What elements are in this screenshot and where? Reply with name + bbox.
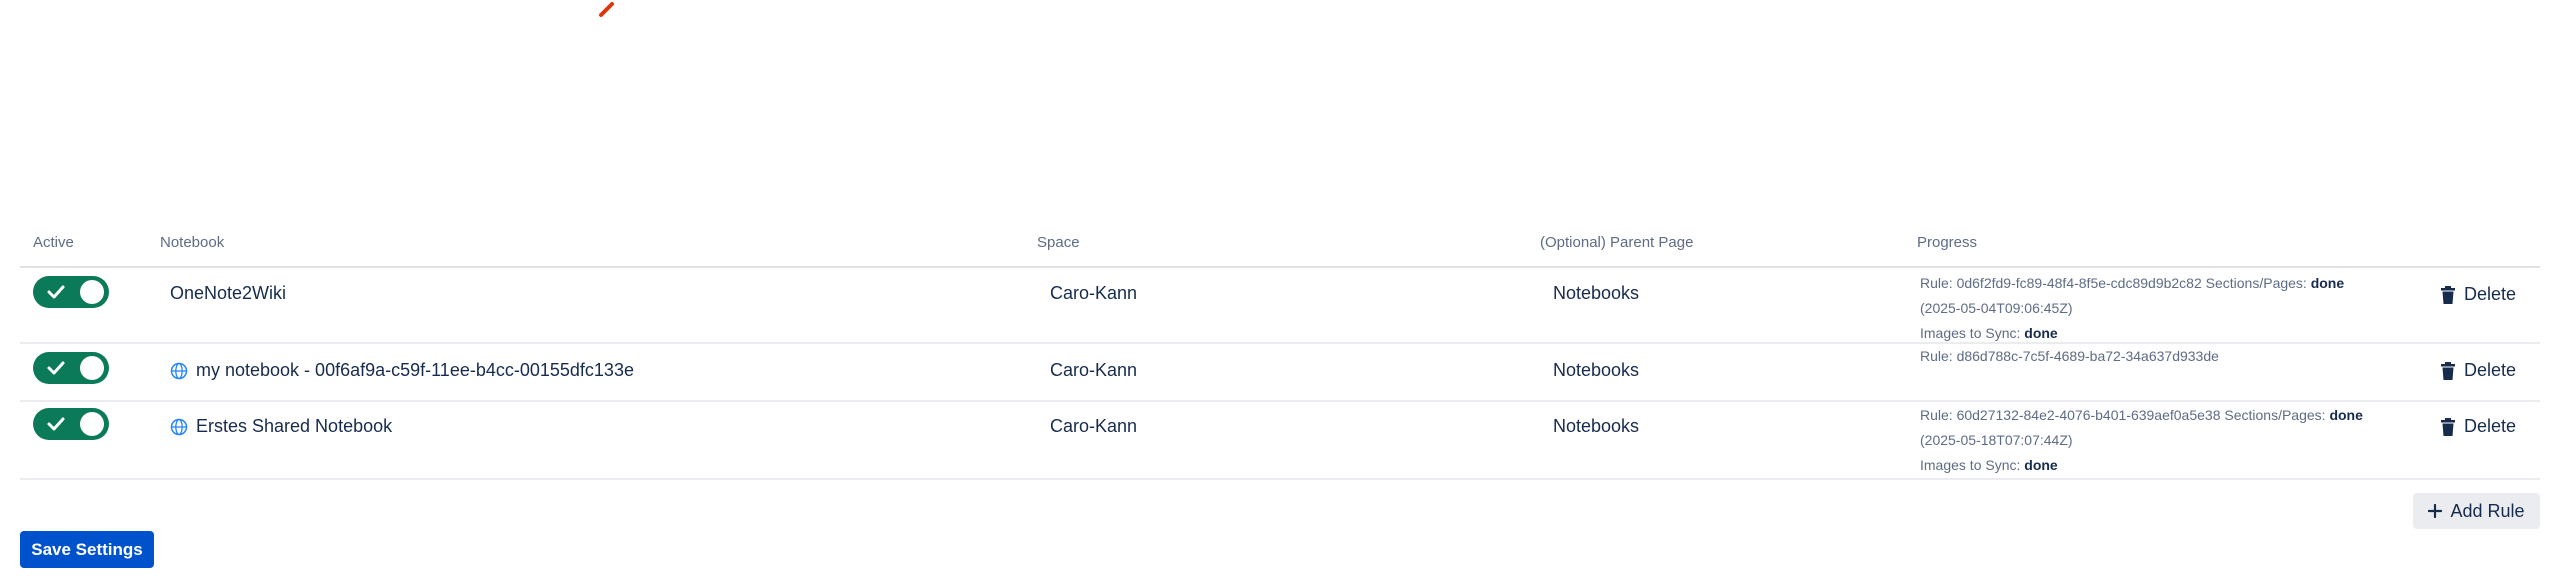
header-progress: Progress xyxy=(1917,234,1978,251)
progress-timestamp: (2025-05-18T07:07:44Z) xyxy=(1920,432,2073,448)
delete-label: Delete xyxy=(2464,284,2517,304)
notebook-cell: my notebook - 00f6af9a-c59f-11ee-b4cc-00… xyxy=(170,360,634,381)
delete-button[interactable]: Delete xyxy=(2440,360,2516,381)
save-settings-button[interactable]: Save Settings xyxy=(20,531,154,568)
space-name: Caro-Kann xyxy=(1050,360,1138,380)
active-toggle[interactable] xyxy=(33,408,109,440)
delete-button[interactable]: Delete xyxy=(2440,416,2516,437)
sync-rules-table: Active Notebook Space (Optional) Parent … xyxy=(20,228,2540,480)
table-row: OneNote2Wiki Caro-Kann Notebooks Rule: 0… xyxy=(20,268,2540,344)
plus-icon xyxy=(2428,504,2443,518)
add-rule-button[interactable]: Add Rule xyxy=(2413,493,2540,529)
progress-images-label: Images to Sync: xyxy=(1920,325,2025,341)
header-parent-page: (Optional) Parent Page xyxy=(1540,234,1694,251)
globe-icon xyxy=(170,418,188,435)
delete-button[interactable]: Delete xyxy=(2440,284,2516,305)
progress-pages-status: done xyxy=(2310,275,2345,291)
notebook-name: OneNote2Wiki xyxy=(170,283,287,303)
active-toggle[interactable] xyxy=(33,276,109,308)
trash-icon xyxy=(2441,417,2455,436)
progress-pages-status: done xyxy=(2329,407,2363,423)
check-icon xyxy=(47,361,65,375)
progress-images-status: done xyxy=(2024,457,2058,473)
table-row: Erstes Shared Notebook Caro-Kann Noteboo… xyxy=(20,402,2540,480)
delete-label: Delete xyxy=(2464,360,2517,380)
header-notebook: Notebook xyxy=(160,234,225,251)
progress-rule: Rule: 0d6f2fd9-fc89-48f4-8f5e-cdc89d9b2c… xyxy=(1920,275,2311,291)
active-toggle[interactable] xyxy=(33,352,109,384)
progress-rule: Rule: d86d788c-7c5f-4689-ba72-34a637d933… xyxy=(1920,348,2219,364)
header-space: Space xyxy=(1037,234,1080,251)
progress-rule: Rule: 60d27132-84e2-4076-b401-639aef0a5e… xyxy=(1920,407,2330,423)
globe-icon xyxy=(170,362,188,379)
red-pen-mark xyxy=(599,2,614,17)
progress-images-status: done xyxy=(2024,325,2058,341)
progress-status: Rule: 60d27132-84e2-4076-b401-639aef0a5e… xyxy=(1920,403,2400,478)
notebook-cell: Erstes Shared Notebook xyxy=(170,416,392,437)
check-icon xyxy=(47,417,65,431)
trash-icon xyxy=(2441,361,2455,380)
notebook-name: Erstes Shared Notebook xyxy=(196,416,393,436)
trash-icon xyxy=(2441,285,2455,304)
add-rule-label: Add Rule xyxy=(2450,500,2525,521)
check-icon xyxy=(47,285,65,299)
progress-status: Rule: d86d788c-7c5f-4689-ba72-34a637d933… xyxy=(1920,344,2400,369)
notebook-name: my notebook - 00f6af9a-c59f-11ee-b4cc-00… xyxy=(196,360,634,380)
progress-timestamp: (2025-05-04T09:06:45Z) xyxy=(1920,300,2073,316)
space-name: Caro-Kann xyxy=(1050,416,1138,436)
toggle-knob xyxy=(80,356,104,380)
table-row: my notebook - 00f6af9a-c59f-11ee-b4cc-00… xyxy=(20,344,2540,402)
header-active: Active xyxy=(33,234,74,251)
parent-page: Notebooks xyxy=(1553,360,1640,380)
toggle-knob xyxy=(80,412,104,436)
parent-page: Notebooks xyxy=(1553,283,1640,303)
progress-images-label: Images to Sync: xyxy=(1920,457,2025,473)
parent-page: Notebooks xyxy=(1553,416,1640,436)
toggle-knob xyxy=(80,280,104,304)
space-name: Caro-Kann xyxy=(1050,283,1138,303)
progress-status: Rule: 0d6f2fd9-fc89-48f4-8f5e-cdc89d9b2c… xyxy=(1920,271,2400,346)
delete-label: Delete xyxy=(2464,416,2517,436)
table-header: Active Notebook Space (Optional) Parent … xyxy=(20,228,2540,268)
